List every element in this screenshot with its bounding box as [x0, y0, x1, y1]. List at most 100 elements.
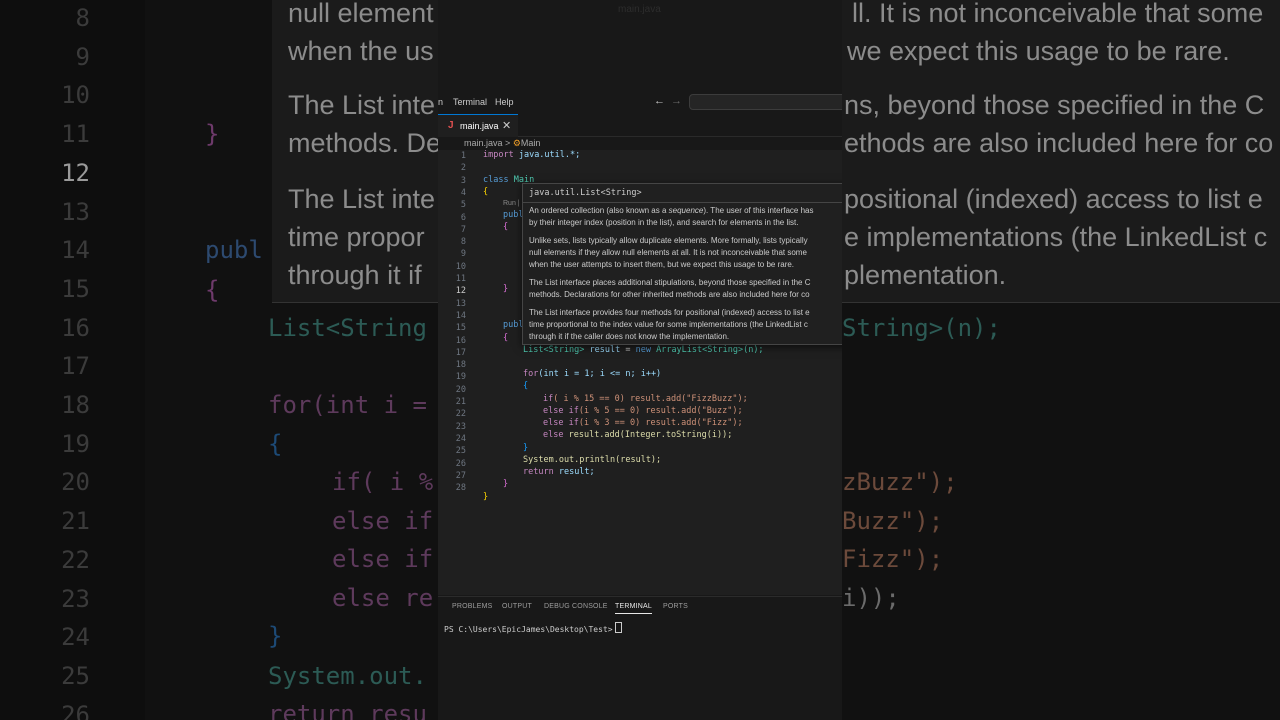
code-line: else if(i % 5 == 0) result.add("Buzz"); — [543, 406, 743, 416]
breadcrumb-file[interactable]: main.java — [464, 138, 503, 148]
line-number: 2 — [460, 163, 466, 174]
line-number: 6 — [460, 212, 466, 223]
tab-terminal[interactable]: TERMINAL — [615, 603, 652, 614]
java-file-icon: J — [448, 120, 454, 131]
tab-output[interactable]: OUTPUT — [502, 603, 532, 610]
terminal-cursor — [614, 622, 622, 633]
terminal-output[interactable]: PS C:\Users\EpicJames\Desktop\Test> — [444, 622, 622, 634]
hover-text: The List interface provides four methods… — [529, 308, 810, 317]
line-number: 7 — [460, 224, 466, 235]
line-number: 28 — [455, 483, 466, 494]
code-line: publ — [503, 210, 524, 220]
hover-text: time proportional to the index value for… — [529, 320, 808, 329]
background-line-number: 16 — [61, 313, 90, 342]
hover-signature: java.util.List<String> — [529, 188, 642, 198]
background-line-number: 17 — [61, 352, 90, 381]
command-center-search[interactable] — [689, 94, 842, 110]
menu-item-run[interactable]: n — [438, 97, 443, 107]
code-line: else if(i % 3 == 0) result.add("Fizz"); — [543, 418, 743, 428]
line-number: 14 — [455, 310, 466, 321]
hover-tooltip: java.util.List<String> An ordered collec… — [522, 183, 842, 345]
hover-text: when the user attempts to insert them, b… — [529, 260, 795, 269]
bg-code: List<String — [268, 314, 427, 342]
tab-problems[interactable]: PROBLEMS — [452, 603, 493, 610]
tab-ports[interactable]: PORTS — [663, 603, 688, 610]
breadcrumb-symbol[interactable]: Main — [521, 138, 541, 148]
hover-text: null elements if they allow null element… — [529, 248, 807, 257]
hover-text: by their integer index (position in the … — [529, 218, 799, 227]
bg-hover-line: through it if — [288, 260, 422, 290]
code-line: for(int i = 1; i <= n; i++) — [523, 369, 662, 379]
background-line-number: 21 — [61, 507, 90, 536]
background-line-number: 18 — [61, 391, 90, 419]
bg-hover-line: null element — [288, 0, 434, 28]
line-number: 15 — [455, 323, 466, 334]
codelens-run[interactable]: Run | — [503, 200, 520, 207]
background-line-number: 14 — [61, 236, 90, 265]
arrow-right-icon[interactable]: → — [671, 95, 682, 107]
bg-hover-line: methods. De — [288, 128, 442, 158]
bottom-panel: PROBLEMS OUTPUT DEBUG CONSOLE TERMINAL P… — [438, 596, 842, 720]
title-bar: main.java — [438, 0, 842, 24]
tab-label: main.java — [460, 121, 499, 131]
line-number: 11 — [455, 274, 466, 284]
line-number: 4 — [460, 187, 466, 198]
bg-code: if( i % — [332, 468, 434, 496]
bg-hover-line: plementation. — [844, 260, 1007, 290]
line-number: 16 — [455, 335, 466, 346]
menu-item-help[interactable]: Help — [495, 97, 514, 107]
bg-code: publ — [205, 236, 263, 264]
hover-text: through it if the caller does not know t… — [529, 332, 730, 341]
background-line-number: 9 — [75, 42, 90, 71]
bg-code: else re — [332, 584, 434, 612]
bg-code: Fizz"); — [842, 545, 944, 573]
hover-text: The List interface places additional sti… — [529, 278, 811, 287]
background-line-number: 12 — [61, 158, 90, 187]
background-line-number: 20 — [61, 468, 90, 497]
code-line: if( i % 15 == 0) result.add("FizzBuzz"); — [543, 394, 748, 404]
bg-hover-line: when the us — [288, 36, 434, 66]
bg-code: { — [205, 276, 220, 304]
bg-code: } — [205, 120, 220, 148]
code-line: { — [483, 187, 489, 197]
code-line: import java.util.*; — [483, 150, 581, 160]
code-line: { — [503, 222, 509, 232]
bg-hover-line: The List inte — [288, 184, 436, 214]
line-number: 24 — [455, 433, 466, 444]
line-number: 19 — [455, 372, 466, 383]
bg-hover-line: e implementations (the LinkedList c — [844, 222, 1268, 252]
background-line-number: 8 — [75, 4, 90, 32]
bg-code: for(int i = — [268, 391, 427, 419]
bg-code: Buzz"); — [842, 507, 944, 535]
background-line-number: 23 — [61, 584, 90, 613]
background-line-number: 11 — [61, 120, 90, 149]
bg-code: String>(n); — [842, 314, 1001, 342]
code-line: } — [503, 284, 509, 294]
code-line: { — [503, 333, 509, 343]
bg-hover-line: we expect this usage to be rare. — [847, 36, 1230, 66]
tab-main-java[interactable]: J main.java ✕ — [438, 114, 518, 137]
tab-debug-console[interactable]: DEBUG CONSOLE — [544, 603, 608, 610]
code-line: publ — [503, 320, 524, 330]
bg-code: zBuzz"); — [842, 468, 958, 496]
class-icon: ⚙ — [512, 138, 521, 148]
menu-item-terminal[interactable]: Terminal — [453, 97, 487, 107]
vscode-window: main.java n Terminal Help ← → J main.jav… — [438, 0, 842, 720]
line-number: 22 — [455, 409, 466, 420]
line-number: 23 — [455, 421, 466, 432]
line-number: 3 — [460, 175, 466, 186]
breadcrumb-separator: > — [505, 138, 511, 148]
close-icon[interactable]: ✕ — [502, 119, 511, 132]
code-line: { — [523, 381, 529, 391]
line-number: 8 — [460, 237, 466, 248]
line-number: 18 — [455, 360, 466, 371]
bg-code: else if — [332, 545, 434, 573]
bg-code: i)); — [842, 584, 900, 612]
code-line: } — [523, 443, 529, 453]
arrow-left-icon[interactable]: ← — [654, 95, 665, 107]
bg-code: System.out. — [268, 662, 427, 690]
line-number: 9 — [460, 249, 466, 260]
bg-code: return resu — [268, 700, 427, 720]
hover-text: Unlike sets, lists typically allow dupli… — [529, 236, 808, 245]
terminal-prompt: PS C:\Users\EpicJames\Desktop\Test> — [444, 625, 613, 634]
